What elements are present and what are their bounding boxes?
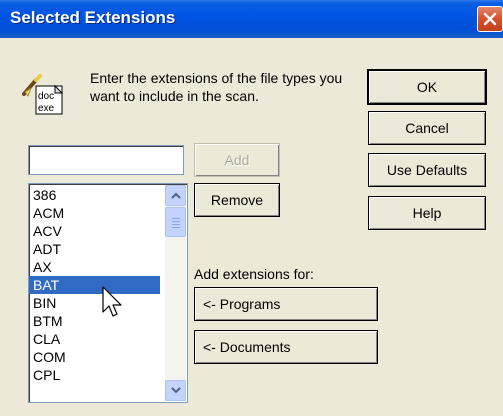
ok-button[interactable]: OK xyxy=(367,69,487,105)
scroll-thumb[interactable] xyxy=(165,207,186,237)
list-item[interactable]: BIN xyxy=(29,294,160,312)
list-item-selected[interactable]: BAT xyxy=(29,276,160,294)
add-button[interactable]: Add xyxy=(194,143,280,177)
svg-text:exe: exe xyxy=(38,103,55,114)
programs-button[interactable]: <- Programs xyxy=(194,287,378,321)
list-scrollbar[interactable] xyxy=(165,185,186,401)
extensions-list: 386 ACM ACV ADT AX BAT BIN BTM CLA COM C… xyxy=(29,186,160,384)
scroll-up-button[interactable] xyxy=(165,185,186,206)
list-item[interactable]: 386 xyxy=(29,186,160,204)
list-item[interactable]: CLA xyxy=(29,330,160,348)
instruction-text: Enter the extensions of the file types y… xyxy=(90,70,343,104)
list-item[interactable]: BTM xyxy=(29,312,160,330)
title-bar[interactable]: Selected Extensions xyxy=(0,0,503,38)
chevron-up-icon xyxy=(171,192,181,199)
close-button[interactable] xyxy=(477,6,503,32)
use-defaults-button[interactable]: Use Defaults xyxy=(368,153,486,187)
remove-button[interactable]: Remove xyxy=(194,183,280,217)
add-extensions-for-label: Add extensions for: xyxy=(194,266,314,282)
selected-extensions-dialog: Selected Extensions doc exe Enter the ex… xyxy=(0,0,503,416)
help-button[interactable]: Help xyxy=(368,196,486,230)
list-item[interactable]: AX xyxy=(29,258,160,276)
documents-button[interactable]: <- Documents xyxy=(194,330,378,364)
list-item[interactable]: COM xyxy=(29,348,160,366)
list-item[interactable]: ACM xyxy=(29,204,160,222)
doc-exe-wand-icon: doc exe xyxy=(22,74,64,115)
list-item[interactable]: ACV xyxy=(29,222,160,240)
mouse-cursor-icon xyxy=(102,286,122,317)
cancel-button[interactable]: Cancel xyxy=(368,111,486,145)
chevron-down-icon xyxy=(171,387,181,394)
list-item[interactable]: CPL xyxy=(29,366,160,384)
extension-input[interactable] xyxy=(28,145,184,175)
scroll-down-button[interactable] xyxy=(165,380,186,401)
window-title: Selected Extensions xyxy=(10,8,176,27)
close-icon xyxy=(483,12,497,26)
svg-text:doc: doc xyxy=(38,91,54,102)
list-item[interactable]: ADT xyxy=(29,240,160,258)
